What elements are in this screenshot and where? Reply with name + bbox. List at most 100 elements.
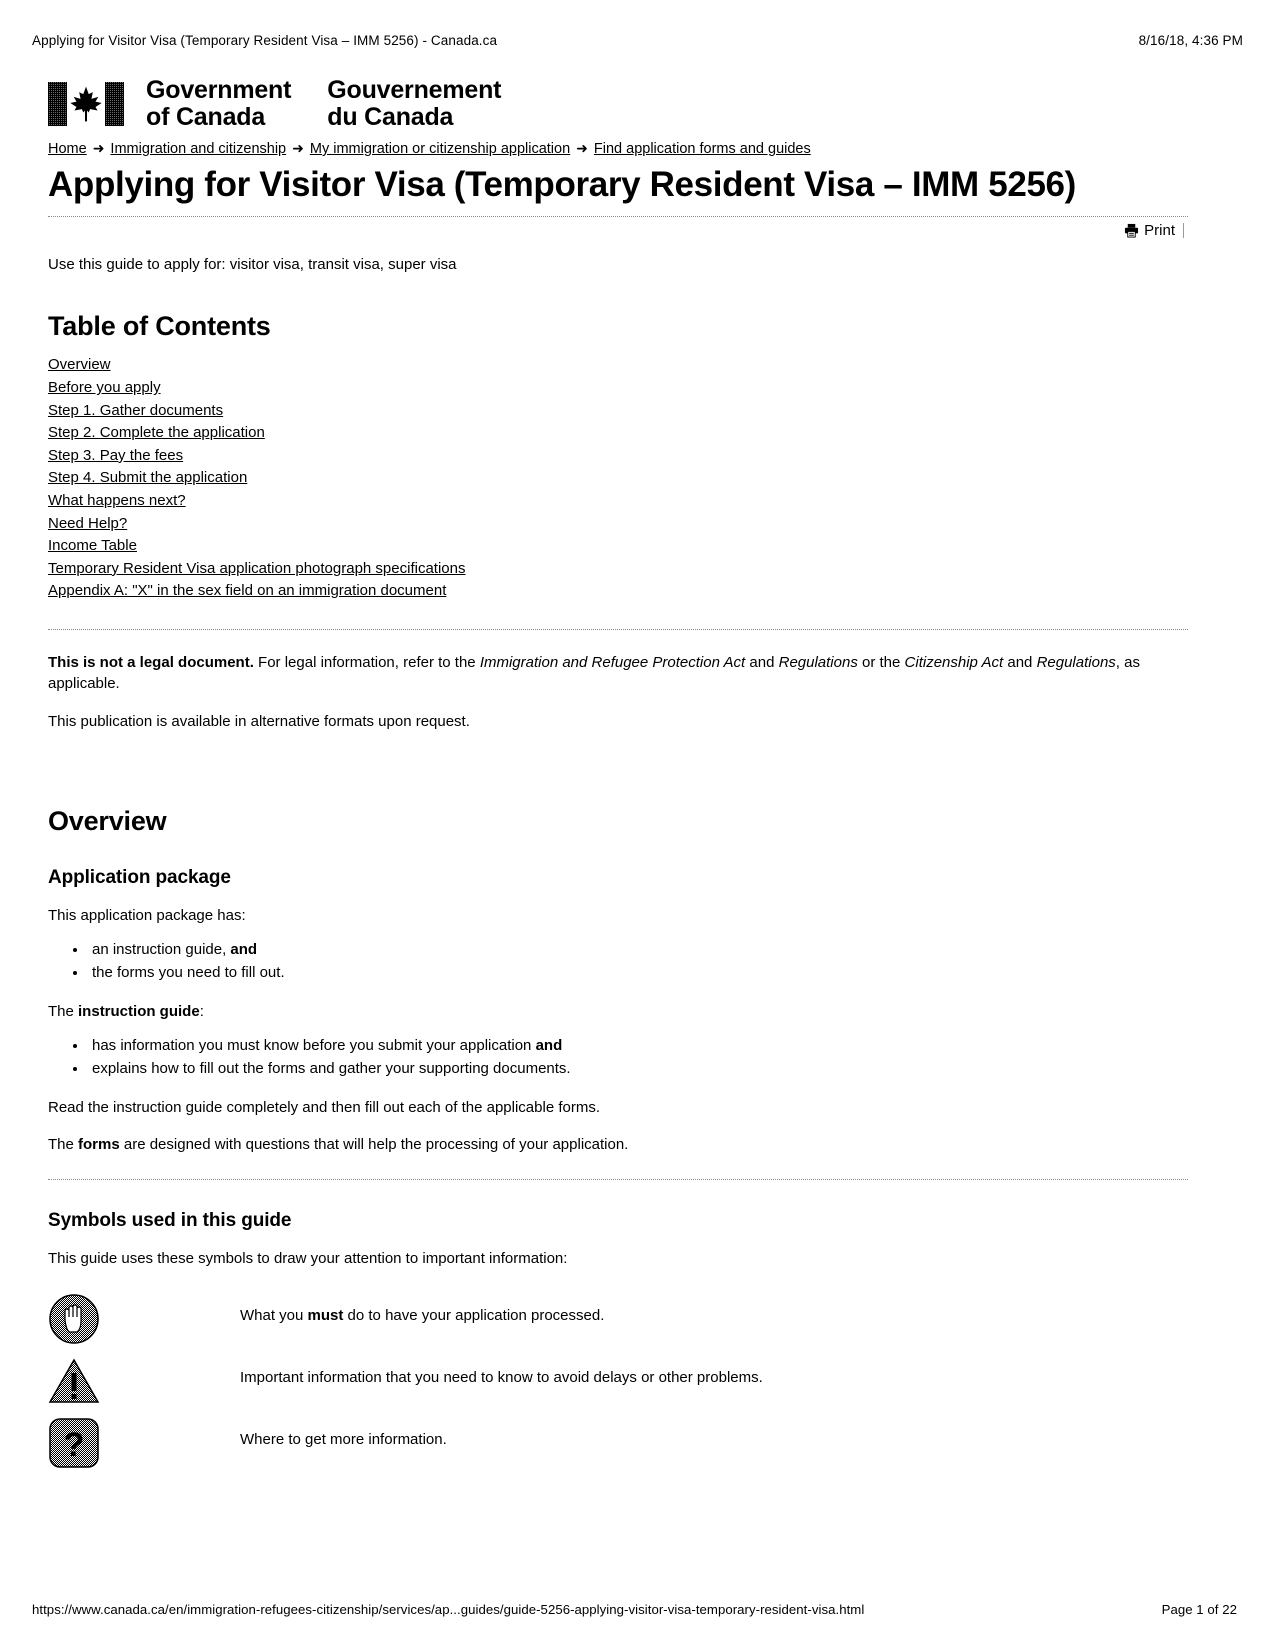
alternative-formats-note: This publication is available in alterna… [48, 712, 470, 730]
wordmark-en-line1: Government [146, 76, 292, 104]
print-header-title: Applying for Visitor Visa (Temporary Res… [32, 33, 498, 48]
symbols-table: What you must do to have your applicatio… [48, 1291, 1188, 1477]
symbol-text-plain-1: Where to get more information. [240, 1431, 447, 1449]
list-item: the forms you need to fill out. [88, 961, 1188, 984]
stop-hand-icon [48, 1291, 112, 1345]
toc-link-photograph-specifications[interactable]: Temporary Resident Visa application phot… [48, 558, 465, 581]
canada-flag-icon [48, 82, 124, 126]
print-footer: https://www.canada.ca/en/immigration-ref… [32, 1602, 1243, 1617]
print-footer-url: https://www.canada.ca/en/immigration-ref… [32, 1602, 865, 1617]
overview-heading: Overview [48, 805, 167, 836]
toc-item: Step 4. Submit the application [48, 467, 1188, 490]
toc-link-step-1[interactable]: Step 1. Gather documents [48, 400, 223, 423]
toc-item: Step 2. Complete the application [48, 422, 1188, 445]
toc-link-overview[interactable]: Overview [48, 354, 111, 377]
toc-link-step-2[interactable]: Step 2. Complete the application [48, 422, 265, 445]
instruction-guide-bullets: has information you must know before you… [48, 1034, 1188, 1081]
breadcrumb-item-my-application[interactable]: My immigration or citizenship applicatio… [310, 141, 570, 157]
toc-item: Before you apply [48, 377, 1188, 400]
print-button-row: Print [48, 223, 1188, 239]
warning-triangle-icon [48, 1353, 112, 1407]
maple-leaf-icon [67, 82, 105, 126]
printer-icon [1124, 223, 1139, 238]
lead-plain: The [48, 1002, 79, 1020]
breadcrumb-item-immigration-and-citizenship[interactable]: Immigration and citizenship [110, 141, 286, 157]
forms-note: The forms are designed with questions th… [48, 1134, 1188, 1155]
wordmark-french: Gouvernement du Canada [327, 77, 501, 131]
breadcrumb-arrow-icon: ➜ [576, 140, 588, 156]
disclaimer-italic-regulations-1: Regulations [778, 654, 858, 672]
toc-item: Step 3. Pay the fees [48, 445, 1188, 468]
toc-link-before-you-apply[interactable]: Before you apply [48, 377, 161, 400]
print-header: Applying for Visitor Visa (Temporary Res… [32, 33, 1243, 48]
toc-link-need-help[interactable]: Need Help? [48, 513, 127, 536]
symbol-row: What you must do to have your applicatio… [48, 1291, 1188, 1353]
breadcrumb-item-find-forms-and-guides[interactable]: Find application forms and guides [594, 141, 811, 157]
symbol-text-plain-1: What you [240, 1307, 308, 1325]
toc-link-step-3[interactable]: Step 3. Pay the fees [48, 445, 183, 468]
breadcrumb-arrow-icon: ➜ [92, 140, 105, 156]
disclaimer-text-4: and [1003, 654, 1037, 672]
symbol-description: What you must do to have your applicatio… [240, 1291, 604, 1326]
toc-link-what-happens-next[interactable]: What happens next? [48, 490, 186, 513]
bullet-text: has information you must know before you… [92, 1037, 536, 1054]
disclaimer-text-3: or the [857, 654, 905, 672]
bullet-bold-tail: and [535, 1037, 563, 1054]
toc-item: What happens next? [48, 490, 1188, 513]
forms-lead-tail: are designed with questions that will he… [119, 1135, 629, 1153]
disclaimer-text-1: For legal information, refer to the [253, 654, 480, 672]
disclaimer-text-2: and [745, 654, 779, 672]
symbol-text-plain-2: do to have your application processed. [343, 1307, 605, 1325]
forms-lead-bold: forms [78, 1135, 120, 1153]
disclaimer-italic-citizenship-act: Citizenship Act [904, 654, 1004, 672]
divider [48, 1179, 1188, 1181]
symbol-text-plain-1: Important information that you need to k… [240, 1369, 763, 1387]
toc-link-income-table[interactable]: Income Table [48, 535, 137, 558]
divider [48, 216, 1188, 218]
list-item: explains how to fill out the forms and g… [88, 1057, 1188, 1080]
list-item: has information you must know before you… [88, 1034, 1188, 1057]
flag-bar-right [105, 82, 124, 126]
disclaimer-bold-lead: This is not a legal document. [48, 654, 254, 672]
toc-item: Need Help? [48, 513, 1188, 536]
bullet-bold-tail: and [230, 941, 258, 959]
intro-text: Use this guide to apply for: visitor vis… [48, 256, 457, 274]
forms-lead-plain: The [48, 1135, 79, 1153]
symbols-intro: This guide uses these symbols to draw yo… [48, 1250, 568, 1268]
wordmark-en-line2: of Canada [146, 103, 266, 131]
symbol-text-bold: must [307, 1307, 344, 1325]
symbol-row: Important information that you need to k… [48, 1353, 1188, 1415]
symbol-description: Important information that you need to k… [240, 1353, 763, 1388]
toc-item: Step 1. Gather documents [48, 400, 1188, 423]
svg-text:?: ? [64, 1426, 85, 1464]
symbol-row: ? Where to get more information. [48, 1415, 1188, 1477]
toc-item: Appendix A: "X" in the sex field on an i… [48, 580, 1188, 603]
toc-item: Income Table [48, 535, 1188, 558]
bullet-text: explains how to fill out the forms and g… [92, 1060, 571, 1078]
breadcrumb-item-home[interactable]: Home [48, 141, 87, 157]
toc-item: Overview [48, 354, 1188, 377]
read-instruction-guide-note: Read the instruction guide completely an… [48, 1098, 600, 1116]
print-header-date: 8/16/18, 4:36 PM [1138, 33, 1243, 48]
bullet-text: an instruction guide, [92, 941, 231, 959]
flag-bar-left [48, 82, 67, 126]
print-button[interactable]: Print [1124, 223, 1184, 239]
toc-link-appendix-a[interactable]: Appendix A: "X" in the sex field on an i… [48, 580, 446, 603]
question-mark-icon: ? [48, 1415, 112, 1469]
toc-item: Temporary Resident Visa application phot… [48, 558, 1188, 581]
table-of-contents-list: Overview Before you apply Step 1. Gather… [48, 354, 1188, 603]
symbols-heading: Symbols used in this guide [48, 1210, 292, 1232]
disclaimer-italic-irpa: Immigration and Refugee Protection Act [479, 654, 746, 672]
print-footer-page-number: Page 1 of 22 [1161, 1602, 1237, 1617]
government-of-canada-signature: Government of Canada Gouvernement du Can… [48, 76, 1188, 131]
application-package-heading: Application package [48, 866, 231, 888]
lead-tail: : [199, 1002, 204, 1020]
disclaimer-italic-regulations-2: Regulations [1036, 654, 1116, 672]
legal-disclaimer: This is not a legal document. For legal … [48, 652, 1188, 695]
toc-link-step-4[interactable]: Step 4. Submit the application [48, 467, 247, 490]
wordmark-fr-line2: du Canada [327, 103, 454, 131]
breadcrumb-arrow-icon: ➜ [292, 140, 304, 156]
breadcrumb: Home ➜ Immigration and citizenship ➜ My immi… [48, 138, 1188, 159]
divider [48, 629, 1188, 631]
list-item: an instruction guide, and [88, 938, 1188, 961]
